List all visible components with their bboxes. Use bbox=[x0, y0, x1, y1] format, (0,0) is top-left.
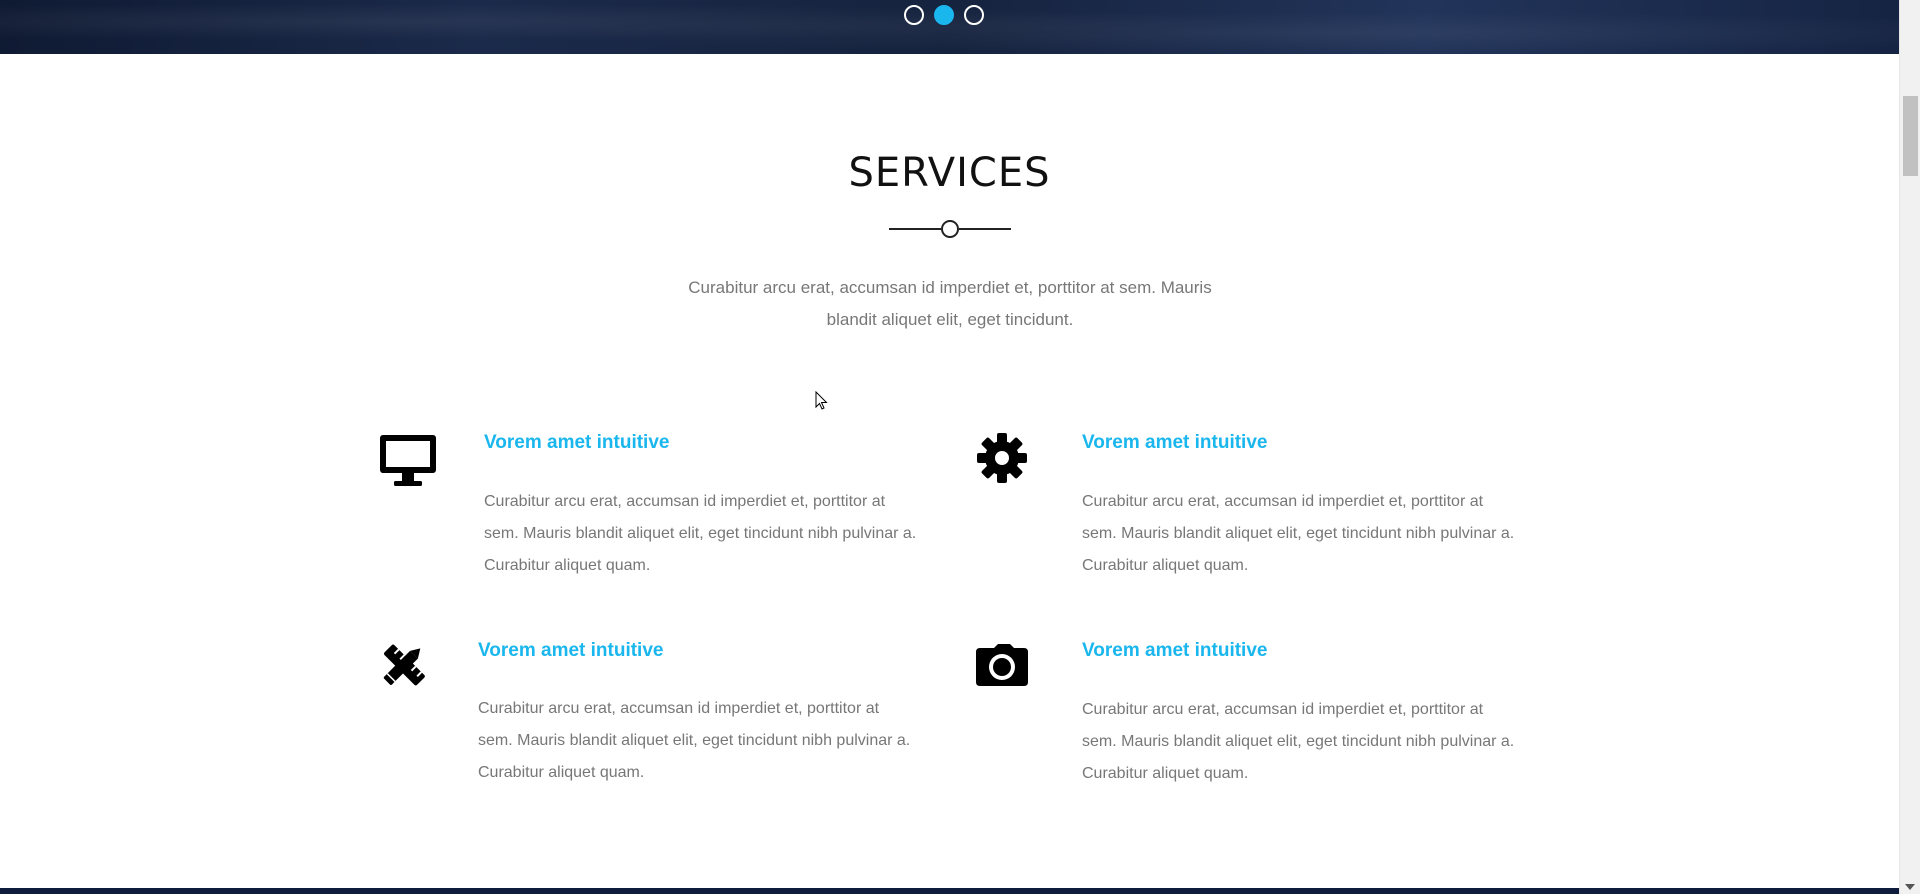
divider-line-left bbox=[889, 228, 941, 230]
carousel-dot-2[interactable] bbox=[934, 5, 954, 25]
section-intro: Curabitur arcu erat, accumsan id imperdi… bbox=[688, 278, 1212, 329]
section-title: SERVICES bbox=[848, 150, 1051, 196]
hero-banner bbox=[0, 0, 1899, 54]
service-title[interactable]: Vorem amet intuitive bbox=[478, 640, 663, 662]
service-title[interactable]: Vorem amet intuitive bbox=[484, 432, 669, 454]
carousel-dots bbox=[904, 5, 984, 25]
vertical-scrollbar[interactable] bbox=[1899, 0, 1920, 894]
service-description: Curabitur arcu erat, accumsan id imperdi… bbox=[1082, 701, 1515, 782]
service-description: Curabitur arcu erat, accumsan id imperdi… bbox=[478, 700, 911, 781]
pencil-ruler-icon bbox=[378, 640, 438, 700]
service-description: Curabitur arcu erat, accumsan id imperdi… bbox=[484, 493, 917, 574]
carousel-dot-1[interactable] bbox=[904, 5, 924, 25]
scroll-down-arrow-icon[interactable] bbox=[1905, 884, 1915, 890]
divider-line-right bbox=[959, 228, 1011, 230]
camera-icon bbox=[976, 640, 1036, 700]
service-title[interactable]: Vorem amet intuitive bbox=[1082, 432, 1267, 454]
mouse-pointer-icon bbox=[815, 391, 828, 410]
service-title[interactable]: Vorem amet intuitive bbox=[1082, 640, 1267, 662]
service-description: Curabitur arcu erat, accumsan id imperdi… bbox=[1082, 493, 1515, 574]
scrollbar-thumb[interactable] bbox=[1903, 96, 1918, 176]
gear-icon bbox=[976, 432, 1036, 492]
title-divider bbox=[889, 220, 1011, 238]
next-section-band bbox=[0, 888, 1899, 894]
desktop-monitor-icon bbox=[378, 432, 438, 492]
carousel-dot-3[interactable] bbox=[964, 5, 984, 25]
divider-circle bbox=[941, 220, 959, 238]
